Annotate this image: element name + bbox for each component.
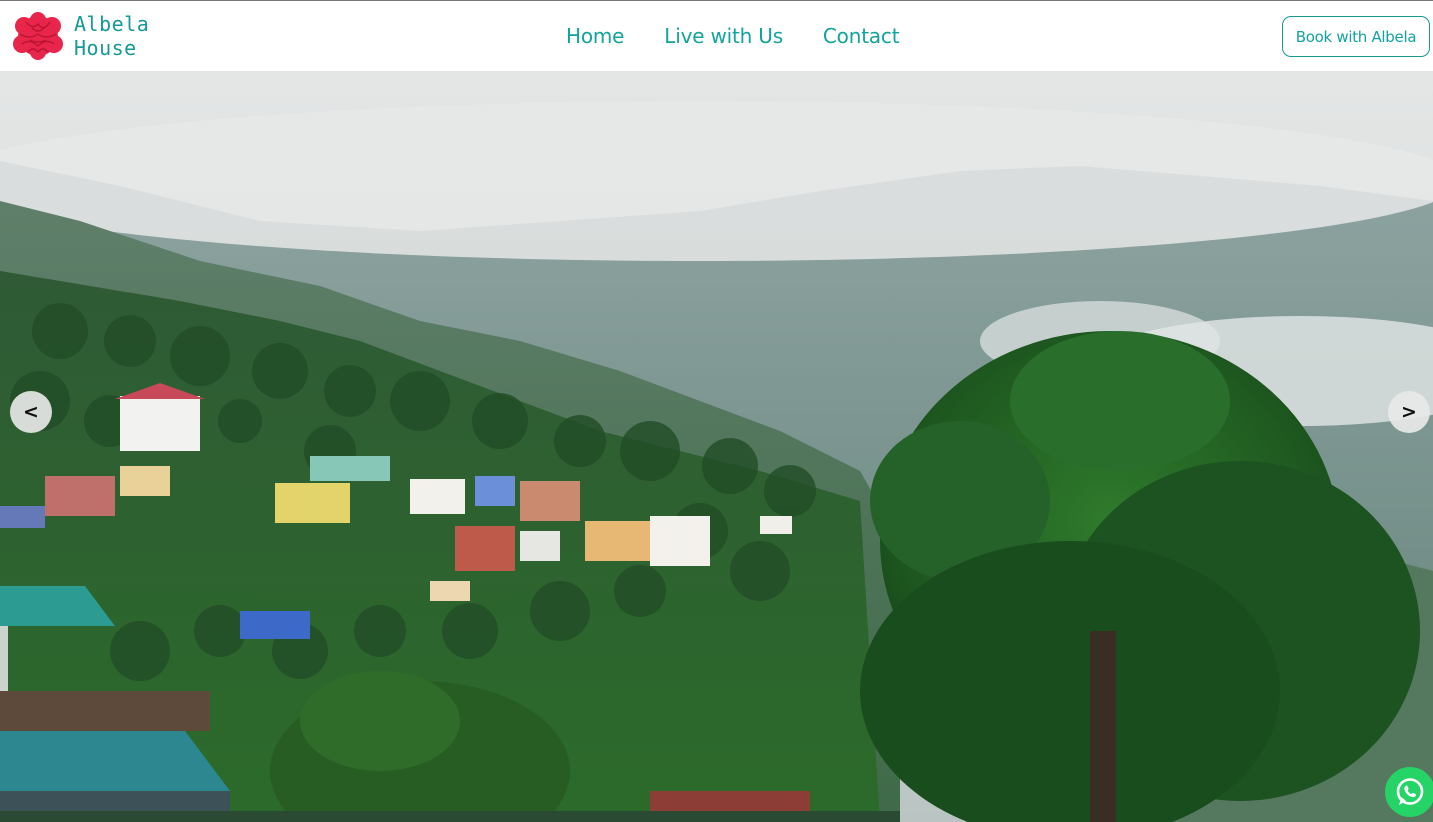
hero-slide-image [0,71,1433,822]
red-flower-logo-icon [13,12,63,60]
hero-carousel: < > [0,71,1433,822]
brand-home-link[interactable]: Albela House [12,11,149,61]
nav-link-live-with-us[interactable]: Live with Us [654,22,793,50]
nav-link-home[interactable]: Home [556,22,634,50]
nav-link-contact[interactable]: Contact [813,22,909,50]
site-header: Albela House Home Live with Us Contact B… [0,1,1433,71]
whatsapp-icon [1396,778,1424,805]
brand-name-line1: Albela [74,12,150,36]
brand-name-line2: House [74,36,137,60]
carousel-prev-button[interactable]: < [10,391,52,433]
brand-name: Albela House [74,12,149,60]
book-with-albela-button[interactable]: Book with Albela [1282,16,1430,57]
whatsapp-chat-button[interactable] [1385,767,1433,817]
carousel-next-button[interactable]: > [1388,391,1430,433]
main-nav: Home Live with Us Contact [556,22,909,50]
